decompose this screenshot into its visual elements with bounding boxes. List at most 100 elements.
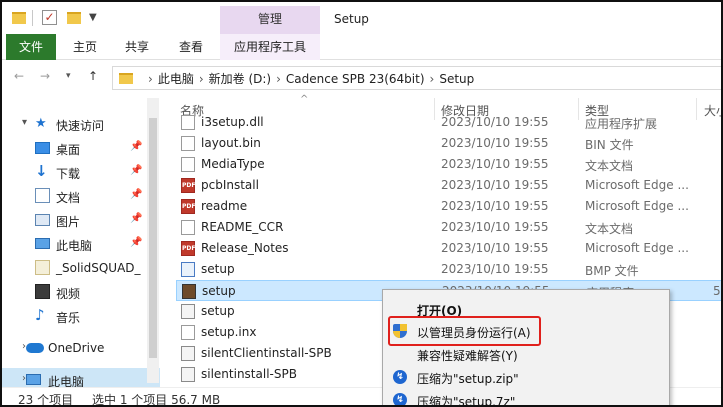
breadcrumb-cadence[interactable]: Cadence SPB 23(64bit) — [286, 72, 425, 86]
tab-view[interactable]: 查看 — [168, 34, 214, 60]
nav-solidsquad[interactable]: _SolidSQUAD_ — [2, 256, 160, 280]
menu-item-label: 压缩为"setup.zip" — [417, 372, 519, 386]
menu-item-compatibility[interactable]: 兼容性疑难解答(Y) — [383, 343, 669, 366]
nav-item-label: 视频 — [56, 287, 81, 301]
compress-icon: ↯ — [393, 393, 407, 405]
manage-context-header: 管理 — [220, 6, 320, 34]
file-row[interactable]: PDF readme 2023/10/10 19:55 Microsoft Edge … — [176, 196, 721, 217]
file-name: setup — [201, 262, 235, 276]
file-name: setup — [201, 304, 235, 318]
nav-scrollbar[interactable] — [147, 98, 159, 383]
file-row[interactable]: setup 2023/10/10 19:55 BMP 文件 — [176, 259, 721, 280]
pin-icon[interactable]: 📌 — [130, 141, 142, 152]
file-date: 2023/10/10 19:55 — [441, 220, 549, 234]
text-file-icon — [181, 220, 195, 235]
breadcrumb-this-pc[interactable]: 此电脑 — [158, 72, 194, 86]
tab-app-tools[interactable]: 应用程序工具 — [220, 34, 320, 60]
file-name: setup — [202, 284, 236, 298]
file-date: 2023/10/10 19:55 — [441, 115, 549, 129]
scrollbar-thumb[interactable] — [149, 118, 157, 358]
file-row[interactable]: layout.bin 2023/10/10 19:55 BIN 文件 — [176, 133, 721, 154]
pdf-icon: PDF — [181, 199, 195, 214]
file-name: README_CCR — [201, 220, 284, 234]
nav-videos[interactable]: 视频 — [2, 280, 160, 304]
new-folder-icon[interactable] — [67, 12, 81, 24]
nav-item-label: 桌面 — [56, 143, 81, 157]
file-date: 2023/10/10 19:55 — [441, 241, 549, 255]
address-row: ← → ▾ ↑ › 此电脑 › 新加卷 (D:) › Cadence SPB 23(64b… — [2, 60, 721, 92]
pin-icon[interactable]: 📌 — [130, 189, 142, 200]
address-bar[interactable]: › 此电脑 › 新加卷 (D:) › Cadence SPB 23(64bit) › Setu… — [112, 66, 721, 90]
music-icon: ♪ — [35, 306, 45, 324]
compress-icon: ↯ — [393, 370, 407, 384]
selection-info: 选中 1 个项目 56.7 MB — [92, 393, 221, 407]
settings-file-icon — [181, 304, 195, 319]
folder-icon[interactable] — [12, 12, 26, 24]
nav-item-label: 图片 — [56, 215, 81, 229]
recent-locations-icon[interactable]: ▾ — [66, 71, 71, 81]
file-row[interactable]: PDF Release_Notes 2023/10/10 19:55 Microsof… — [176, 238, 721, 259]
document-icon — [35, 188, 50, 203]
pdf-icon: PDF — [181, 241, 195, 256]
chevron-right-icon[interactable]: › — [430, 72, 435, 86]
file-row[interactable]: i3setup.dll 2023/10/10 19:55 应用程序扩展 — [176, 112, 721, 133]
chevron-right-icon[interactable]: › — [199, 72, 204, 86]
file-name: Release_Notes — [201, 241, 289, 255]
settings-file-icon — [181, 346, 195, 361]
back-arrow-icon[interactable]: ← — [14, 69, 24, 83]
file-name: silentClientinstall-SPB — [201, 346, 332, 360]
ribbon-tabs: 文件 主页 共享 查看 应用程序工具 — [2, 34, 721, 60]
menu-item-compress-zip[interactable]: ↯ 压缩为"setup.zip" — [383, 366, 669, 389]
tab-home[interactable]: 主页 — [62, 34, 108, 60]
file-date: 2023/10/10 19:55 — [441, 178, 549, 192]
file-row[interactable]: README_CCR 2023/10/10 19:55 文本文档 — [176, 217, 721, 238]
file-row[interactable]: PDF pcbInstall 2023/10/10 19:55 Microsoft E… — [176, 175, 721, 196]
file-row[interactable]: MediaType 2023/10/10 19:55 文本文档 — [176, 154, 721, 175]
properties-icon[interactable]: ✓ — [42, 10, 57, 25]
forward-arrow-icon[interactable]: → — [40, 69, 50, 83]
video-icon — [35, 284, 50, 299]
file-name: silentinstall-SPB — [201, 367, 297, 381]
nav-desktop[interactable]: 桌面 📌 — [2, 136, 160, 160]
nav-this-pc-pinned[interactable]: 此电脑 📌 — [2, 232, 160, 256]
tab-share[interactable]: 共享 — [114, 34, 160, 60]
pin-icon[interactable]: 📌 — [130, 165, 142, 176]
text-file-icon — [181, 157, 195, 172]
file-name: pcbInstall — [201, 178, 259, 192]
chevron-down-icon[interactable]: ▾ — [22, 117, 27, 128]
nav-item-label: 快速访问 — [56, 119, 105, 133]
chevron-right-icon[interactable]: › — [148, 72, 153, 86]
desktop-icon — [35, 142, 50, 154]
nav-music[interactable]: ♪ 音乐 — [2, 304, 160, 328]
nav-quick-access[interactable]: ▾ ★ 快速访问 — [2, 112, 160, 136]
uac-shield-icon — [393, 324, 407, 338]
nav-documents[interactable]: 文档 📌 — [2, 184, 160, 208]
context-menu: 打开(O) 以管理员身份运行(A) 兼容性疑难解答(Y) ↯ 压缩为"setup… — [382, 289, 670, 407]
file-name: i3setup.dll — [201, 115, 264, 129]
tab-file[interactable]: 文件 — [6, 34, 56, 60]
pin-icon[interactable]: 📌 — [130, 237, 142, 248]
download-icon: ↓ — [35, 162, 48, 180]
file-type: Microsoft Edge ... — [585, 178, 689, 192]
file-type: Microsoft Edge ... — [585, 241, 689, 255]
nav-pictures[interactable]: 图片 📌 — [2, 208, 160, 232]
file-icon — [181, 325, 195, 340]
file-type: BMP 文件 — [585, 264, 639, 278]
up-arrow-icon[interactable]: ↑ — [88, 69, 98, 83]
divider — [32, 10, 33, 26]
menu-item-run-as-admin[interactable]: 以管理员身份运行(A) — [383, 320, 669, 343]
menu-item-compress-7z[interactable]: ↯ 压缩为"setup.7z" — [383, 389, 669, 407]
breadcrumb-setup[interactable]: Setup — [439, 72, 474, 86]
nav-onedrive[interactable]: › OneDrive — [2, 336, 160, 360]
nav-item-label: _SolidSQUAD_ — [56, 261, 141, 275]
menu-item-label: 压缩为"setup.7z" — [417, 395, 516, 407]
file-type: Microsoft Edge ... — [585, 199, 689, 213]
chevron-right-icon[interactable]: › — [276, 72, 281, 86]
customize-toolbar-icon[interactable]: ▼ — [89, 12, 97, 23]
file-size: 55 — [713, 284, 721, 298]
file-date: 2023/10/10 19:55 — [441, 157, 549, 171]
nav-downloads[interactable]: ↓ 下载 📌 — [2, 160, 160, 184]
pin-icon[interactable]: 📌 — [130, 213, 142, 224]
file-name: layout.bin — [201, 136, 261, 150]
breadcrumb-drive[interactable]: 新加卷 (D:) — [209, 72, 271, 86]
